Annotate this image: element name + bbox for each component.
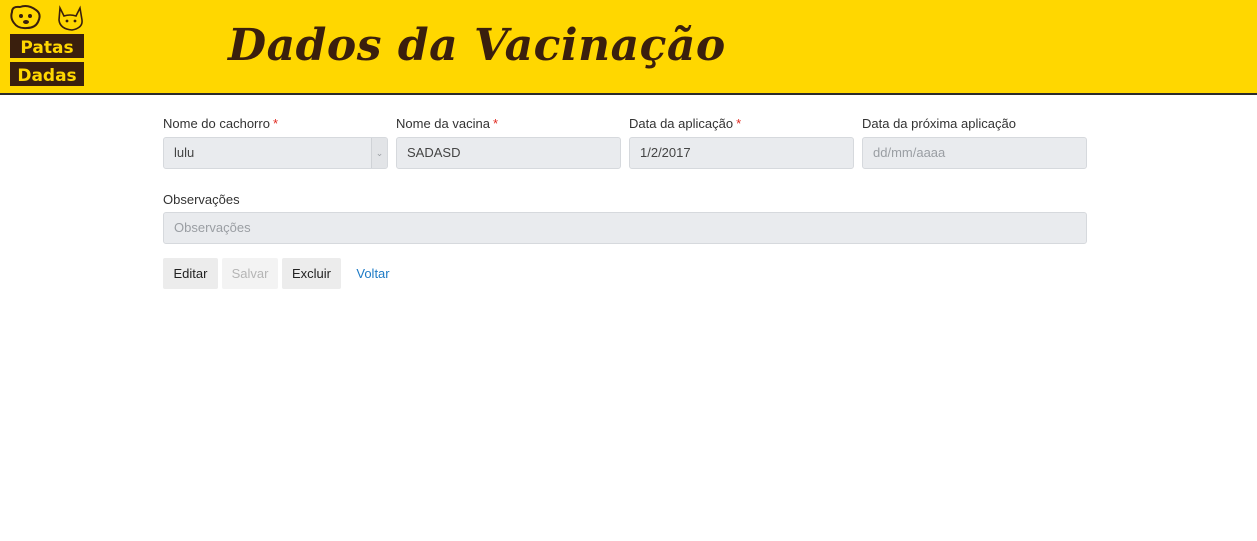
next-application-date-label: Data da próxima aplicação [862,116,1016,132]
required-mark: * [736,116,742,131]
dog-name-select[interactable]: lulu ⌄ [163,137,388,169]
application-date-input[interactable]: 1/2/2017 [629,137,854,169]
vaccine-name-label-text: Nome da vacina [396,116,490,131]
svg-text:Dadas: Dadas [17,66,76,86]
edit-button[interactable]: Editar [163,258,218,289]
required-mark: * [492,116,499,131]
required-mark: * [272,116,279,131]
notes-label-text: Observações [163,192,240,207]
app-header: Patas Dadas Dados da Vacinação [0,0,1257,95]
next-application-date-label-text: Data da próxima aplicação [862,116,1016,131]
save-button[interactable]: Salvar [222,258,278,289]
notes-label: Observações [163,192,240,208]
application-date-label: Data da aplicação * [629,116,741,132]
dog-name-selected-value: lulu [174,145,195,160]
dog-name-label: Nome do cachorro * [163,116,278,132]
vaccine-name-label: Nome da vacina * [396,116,498,132]
patas-dadas-logo[interactable]: Patas Dadas [8,4,86,88]
notes-input[interactable]: Observações [163,212,1087,244]
application-date-label-text: Data da aplicação [629,116,734,131]
svg-text:Patas: Patas [20,38,73,58]
vaccine-name-input[interactable]: SADASD [396,137,621,169]
page-title: Dados da Vacinação [228,20,726,71]
delete-button[interactable]: Excluir [282,258,341,289]
next-application-date-input[interactable]: dd/mm/aaaa [862,137,1087,169]
chevron-down-icon[interactable]: ⌄ [371,138,387,168]
dog-name-label-text: Nome do cachorro [163,116,270,131]
back-link[interactable]: Voltar [350,258,396,289]
